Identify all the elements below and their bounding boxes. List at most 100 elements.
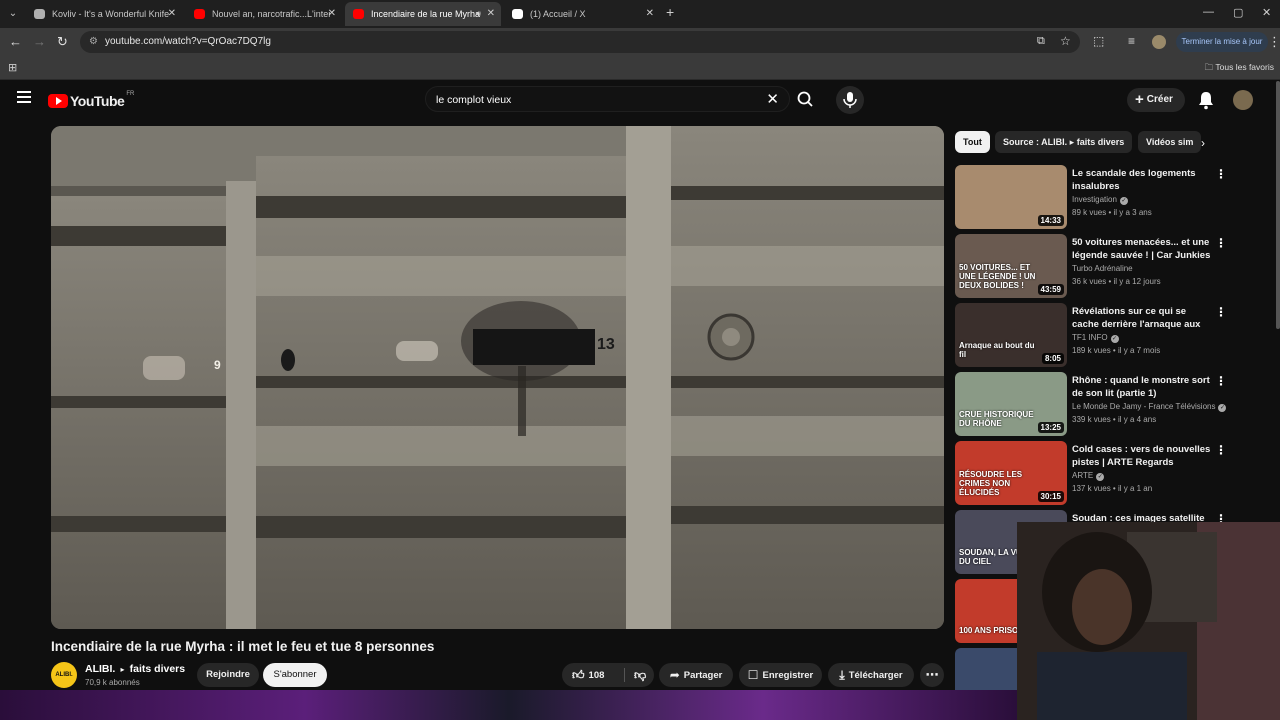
download-button[interactable]: ⤓ Télécharger bbox=[828, 663, 914, 687]
video-thumbnail[interactable]: RÉSOUDRE LES CRIMES NON ÉLUCIDÉS 30:15 bbox=[955, 441, 1067, 505]
chevron-right-icon[interactable]: › bbox=[1201, 136, 1205, 150]
video-thumbnail[interactable]: Arnaque au bout du fil 8:05 bbox=[955, 303, 1067, 367]
more-menu-icon[interactable]: ⋮ bbox=[1268, 34, 1280, 50]
all-bookmarks-button[interactable]: 🗀 Tous les favoris bbox=[1205, 62, 1274, 76]
bookmark-star-icon[interactable]: ☆ bbox=[1060, 34, 1071, 48]
channel-avatar[interactable]: ALIBI. bbox=[51, 662, 77, 688]
address-bar[interactable]: ⚙ youtube.com/watch?v=QrOac7DQ7lg ⧉ ☆ bbox=[80, 31, 1080, 53]
recommendation-channel[interactable]: TF1 INFO bbox=[1072, 333, 1108, 342]
channel-name[interactable]: ALIBI. ▸ faits divers bbox=[85, 663, 185, 675]
like-count: 108 bbox=[588, 670, 605, 681]
video-thumbnail[interactable]: CRUE HISTORIQUE DU RHÔNE 13:25 bbox=[955, 372, 1067, 436]
menu-icon[interactable] bbox=[17, 91, 31, 103]
reload-icon[interactable]: ↻ bbox=[57, 34, 68, 50]
dislike-button[interactable]: 👎︎ bbox=[634, 663, 646, 689]
reading-list-icon[interactable]: ≡ bbox=[1128, 34, 1135, 48]
tab-close-icon[interactable]: ✕ bbox=[487, 2, 495, 26]
recommendation-title[interactable]: Le scandale des logements insalubres bbox=[1072, 167, 1212, 193]
tab-close-icon[interactable]: ✕ bbox=[168, 2, 176, 26]
more-vertical-icon[interactable]: ⋮ bbox=[1215, 167, 1227, 181]
minimize-icon[interactable]: — bbox=[1203, 6, 1214, 18]
recommendation-channel-row: Turbo Adrénaline bbox=[1072, 264, 1133, 273]
chip-all[interactable]: Tout bbox=[955, 131, 990, 153]
account-avatar[interactable] bbox=[1233, 90, 1253, 110]
maximize-icon[interactable]: ▢ bbox=[1233, 6, 1243, 19]
recommendation-title[interactable]: Rhône : quand le monstre sort de son lit… bbox=[1072, 374, 1212, 400]
recommendation-title[interactable]: Cold cases : vers de nouvelles pistes | … bbox=[1072, 443, 1212, 469]
save-label: Enregistrer bbox=[762, 670, 814, 681]
tab-search-icon[interactable]: ⌄ bbox=[4, 5, 22, 23]
browser-tab[interactable]: (1) Accueil / X ✕ bbox=[504, 2, 660, 26]
more-vertical-icon[interactable]: ⋮ bbox=[1215, 305, 1227, 319]
more-vertical-icon[interactable]: ⋮ bbox=[1215, 443, 1227, 457]
recommendation-meta: 89 k vues • il y a 3 ans bbox=[1072, 208, 1152, 217]
tab-favicon-icon bbox=[512, 9, 523, 19]
youtube-logo[interactable]: YouTube FR bbox=[48, 91, 134, 109]
tab-title: Kovliv - It's a Wonderful Knife ( bbox=[52, 9, 170, 19]
tab-audio-icon[interactable]: 🔊︎ bbox=[476, 2, 481, 26]
subscribe-button[interactable]: S'abonner bbox=[263, 663, 327, 687]
new-tab-button[interactable]: + bbox=[666, 4, 674, 20]
forward-icon[interactable]: → bbox=[33, 34, 46, 49]
video-duration: 43:59 bbox=[1037, 284, 1064, 295]
notifications-bell-icon[interactable] bbox=[1197, 90, 1215, 110]
video-thumbnail[interactable]: 50 VOITURES... ET UNE LÉGENDE ! UN DEUX … bbox=[955, 234, 1067, 298]
arrow-icon: ▸ bbox=[118, 665, 127, 674]
recommendation-title[interactable]: Révélations sur ce qui se cache derrière… bbox=[1072, 305, 1212, 331]
all-bookmarks-label: Tous les favoris bbox=[1215, 62, 1274, 72]
thumbs-down-icon: 👎︎ bbox=[634, 668, 647, 682]
tab-favicon-icon bbox=[353, 9, 364, 19]
clear-search-icon[interactable]: ✕ bbox=[766, 90, 779, 108]
more-vertical-icon[interactable]: ⋮ bbox=[1215, 374, 1227, 388]
upload-age: il y a 1 an bbox=[1117, 484, 1153, 493]
create-button[interactable]: + Créer bbox=[1127, 88, 1185, 112]
extensions-icon[interactable]: ⬚ bbox=[1093, 34, 1104, 48]
page-scrollbar[interactable] bbox=[1276, 81, 1280, 329]
browser-tab-bar: ⌄ Kovliv - It's a Wonderful Knife (✕ Nouv… bbox=[0, 0, 1280, 28]
share-button[interactable]: ➦ Partager bbox=[659, 663, 733, 687]
browser-tab[interactable]: Kovliv - It's a Wonderful Knife (✕ bbox=[26, 2, 182, 26]
recommendation-item[interactable]: Arnaque au bout du fil 8:05 Révélations su… bbox=[955, 303, 1227, 367]
back-icon[interactable]: ← bbox=[9, 34, 22, 49]
tab-title: Nouvel an, narcotrafic...L'intervi bbox=[212, 9, 330, 19]
browser-tab[interactable]: Incendiaire de la rue Myrha ✕ 🔊︎ bbox=[345, 2, 501, 26]
join-button[interactable]: Rejoindre bbox=[197, 663, 259, 687]
recommendation-item[interactable]: 14:33 Le scandale des logements insalubre… bbox=[955, 165, 1227, 229]
profile-avatar[interactable] bbox=[1152, 35, 1166, 49]
close-window-icon[interactable]: ✕ bbox=[1262, 6, 1271, 19]
chip-similar[interactable]: Vidéos sim bbox=[1138, 131, 1202, 153]
recommendation-item[interactable]: CRUE HISTORIQUE DU RHÔNE 13:25 Rhône : qua… bbox=[955, 372, 1227, 436]
recommendation-channel-row: ARTE ✓ bbox=[1072, 471, 1105, 481]
more-vertical-icon[interactable]: ⋮ bbox=[1215, 236, 1227, 250]
save-playlist-icon: ☐ bbox=[747, 668, 759, 682]
video-player[interactable]: 9 13 bbox=[51, 126, 944, 629]
search-button[interactable] bbox=[792, 86, 818, 112]
more-actions-button[interactable]: ⋯ bbox=[920, 663, 944, 687]
recommendation-meta: 137 k vues • il y a 1 an bbox=[1072, 484, 1152, 493]
search-box[interactable]: le complot vieux ✕ bbox=[425, 86, 790, 112]
tab-close-icon[interactable]: ✕ bbox=[646, 2, 654, 26]
recommendation-item[interactable]: 50 VOITURES... ET UNE LÉGENDE ! UN DEUX … bbox=[955, 234, 1227, 298]
recommendation-channel[interactable]: Turbo Adrénaline bbox=[1072, 264, 1133, 273]
browser-tab[interactable]: Nouvel an, narcotrafic...L'intervi ✕ bbox=[186, 2, 342, 26]
update-button[interactable]: Terminer la mise à jour bbox=[1176, 32, 1268, 52]
recommendation-item[interactable]: RÉSOUDRE LES CRIMES NON ÉLUCIDÉS 30:15 Col… bbox=[955, 441, 1227, 505]
video-thumbnail[interactable]: 14:33 bbox=[955, 165, 1067, 229]
recommendation-channel[interactable]: ARTE bbox=[1072, 471, 1093, 480]
search-input[interactable]: le complot vieux bbox=[436, 94, 511, 106]
tab-close-icon[interactable]: ✕ bbox=[328, 2, 336, 26]
browser-toolbar: ← → ↻ ⚙ youtube.com/watch?v=QrOac7DQ7lg … bbox=[0, 28, 1280, 56]
thumbnail-text: RÉSOUDRE LES CRIMES NON ÉLUCIDÉS bbox=[959, 470, 1023, 497]
recommendation-title[interactable]: 50 voitures menacées... et une légende s… bbox=[1072, 236, 1212, 262]
chip-source[interactable]: Source : ALIBI. ▸ faits divers bbox=[995, 131, 1133, 153]
like-dislike-group: 👍︎ 108 👎︎ bbox=[562, 663, 654, 687]
save-button[interactable]: ☐ Enregistrer bbox=[739, 663, 822, 687]
recommendation-channel[interactable]: Investigation bbox=[1072, 195, 1117, 204]
like-button[interactable]: 👍︎ 108 bbox=[572, 668, 605, 682]
view-count: 89 k vues bbox=[1072, 208, 1107, 217]
site-info-icon[interactable]: ⚙ bbox=[89, 36, 98, 47]
voice-search-button[interactable] bbox=[836, 86, 864, 114]
recommendation-channel[interactable]: Le Monde De Jamy - France Télévisions bbox=[1072, 402, 1215, 411]
cast-icon[interactable]: ⧉ bbox=[1037, 35, 1045, 48]
apps-grid-icon[interactable]: ⊞ bbox=[8, 61, 17, 74]
